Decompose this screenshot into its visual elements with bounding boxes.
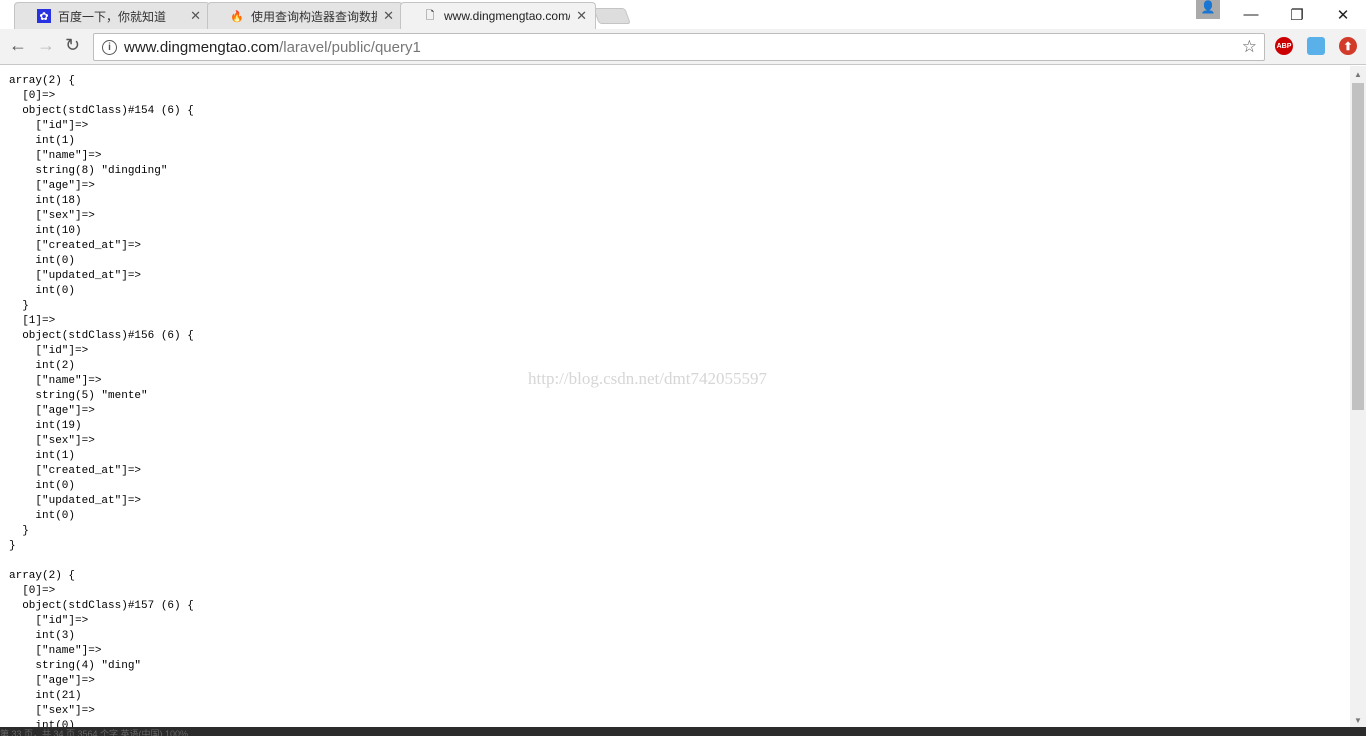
dump-line: int(0) bbox=[9, 720, 76, 727]
dump-line: array(2) { bbox=[9, 570, 76, 582]
minimize-button[interactable]: — bbox=[1228, 0, 1274, 29]
tab-baidu[interactable]: ✿ 百度一下，你就知道 ✕ bbox=[14, 2, 210, 29]
url-host: www.dingmengtao.com bbox=[124, 38, 280, 56]
dump-line: ["sex"]=> bbox=[9, 210, 95, 222]
dump-line: string(5) "mente" bbox=[9, 390, 148, 402]
dump-line: ["age"]=> bbox=[9, 405, 95, 417]
dump-line: ["id"]=> bbox=[9, 345, 89, 357]
adblock-plus-icon[interactable]: ABP bbox=[1275, 37, 1293, 55]
vertical-scrollbar[interactable]: ▲ ▼ bbox=[1350, 66, 1366, 727]
address-bar[interactable]: i www.dingmengtao.com/laravel/public/que… bbox=[93, 33, 1265, 61]
tab-title: 使用查询构造器查询数据 bbox=[251, 9, 378, 24]
dump-line: object(stdClass)#154 (6) { bbox=[9, 105, 194, 117]
close-tab-icon[interactable]: ✕ bbox=[576, 8, 587, 24]
dump-line: } bbox=[9, 540, 16, 552]
dump-line: [0]=> bbox=[9, 90, 56, 102]
csdn-flame-icon: 🔥 bbox=[230, 10, 244, 23]
tab-title: 百度一下，你就知道 bbox=[58, 9, 167, 24]
toolbar: ← → ↻ i www.dingmengtao.com/laravel/publ… bbox=[0, 29, 1366, 65]
page-icon: 🗋 bbox=[425, 9, 435, 22]
dump-line: int(0) bbox=[9, 285, 76, 297]
dump-line: ["age"]=> bbox=[9, 675, 95, 687]
dump-line: string(8) "dingding" bbox=[9, 165, 168, 177]
close-window-button[interactable]: ✕ bbox=[1320, 0, 1366, 29]
var-dump-output: array(2) { [0]=> object(stdClass)#154 (6… bbox=[0, 66, 1350, 727]
close-tab-icon[interactable]: ✕ bbox=[383, 8, 394, 24]
dump-line: int(18) bbox=[9, 195, 82, 207]
dump-line: ["id"]=> bbox=[9, 120, 89, 132]
back-icon[interactable]: ← bbox=[9, 35, 27, 56]
forward-icon[interactable]: → bbox=[37, 35, 55, 56]
scroll-down-icon[interactable]: ▼ bbox=[1354, 716, 1362, 725]
tab-csdn[interactable]: 🔥 使用查询构造器查询数据 ✕ bbox=[207, 2, 403, 29]
dump-line: object(stdClass)#157 (6) { bbox=[9, 600, 194, 612]
extension-upload-icon[interactable]: ⬆ bbox=[1339, 37, 1357, 55]
new-tab-button[interactable] bbox=[593, 8, 631, 24]
tab-bar: ✿ 百度一下，你就知道 ✕ 🔥 使用查询构造器查询数据 ✕ 🗋 www.ding… bbox=[0, 0, 1366, 29]
scroll-up-icon[interactable]: ▲ bbox=[1354, 70, 1362, 79]
watermark: http://blog.csdn.net/dmt742055597 bbox=[528, 369, 767, 388]
restore-button[interactable]: ❐ bbox=[1274, 0, 1320, 29]
bookmark-star-icon[interactable]: ☆ bbox=[1242, 37, 1257, 57]
scrollbar-thumb[interactable] bbox=[1352, 83, 1364, 410]
dump-line bbox=[9, 554, 1350, 569]
dump-line: int(19) bbox=[9, 420, 82, 432]
dump-line: int(1) bbox=[9, 135, 76, 147]
dump-line: ["updated_at"]=> bbox=[9, 495, 142, 507]
url-path: /laravel/public/query1 bbox=[279, 38, 421, 56]
dump-line: ["sex"]=> bbox=[9, 435, 95, 447]
dump-line: ["created_at"]=> bbox=[9, 465, 142, 477]
dump-line: int(1) bbox=[9, 450, 76, 462]
dump-line: ["id"]=> bbox=[9, 615, 89, 627]
dump-line: [0]=> bbox=[9, 585, 56, 597]
page-content: array(2) { [0]=> object(stdClass)#154 (6… bbox=[0, 66, 1350, 727]
dump-line: int(0) bbox=[9, 480, 76, 492]
dump-line: string(4) "ding" bbox=[9, 660, 142, 672]
profile-icon[interactable]: 👤 bbox=[1196, 0, 1220, 19]
dump-line: int(3) bbox=[9, 630, 76, 642]
dump-line: int(10) bbox=[9, 225, 82, 237]
reload-icon[interactable]: ↻ bbox=[65, 35, 80, 56]
dump-line: [1]=> bbox=[9, 315, 56, 327]
dump-line: int(0) bbox=[9, 255, 76, 267]
close-tab-icon[interactable]: ✕ bbox=[190, 8, 201, 24]
tab-query1[interactable]: 🗋 www.dingmengtao.com/laravel/public/que… bbox=[400, 2, 596, 29]
dump-line: ["name"]=> bbox=[9, 645, 102, 657]
info-icon[interactable]: i bbox=[102, 39, 117, 55]
dump-line: object(stdClass)#156 (6) { bbox=[9, 330, 194, 342]
dump-line: } bbox=[9, 300, 29, 312]
status-bar: 第 33 页，共 34 页 3564 个字 英语(中国) 100% bbox=[0, 727, 1366, 736]
baidu-paw-icon: ✿ bbox=[37, 9, 51, 23]
tab-title: www.dingmengtao.com/laravel/public/query… bbox=[444, 9, 571, 23]
dump-line: ["created_at"]=> bbox=[9, 240, 142, 252]
dump-line: ["updated_at"]=> bbox=[9, 270, 142, 282]
extension-bird-icon[interactable] bbox=[1307, 37, 1325, 55]
dump-line: array(2) { bbox=[9, 75, 76, 87]
dump-line: ["age"]=> bbox=[9, 180, 95, 192]
dump-line: int(21) bbox=[9, 690, 82, 702]
dump-line: ["name"]=> bbox=[9, 150, 102, 162]
dump-line: ["sex"]=> bbox=[9, 705, 95, 717]
dump-line: int(0) bbox=[9, 510, 76, 522]
dump-line: } bbox=[9, 525, 29, 537]
